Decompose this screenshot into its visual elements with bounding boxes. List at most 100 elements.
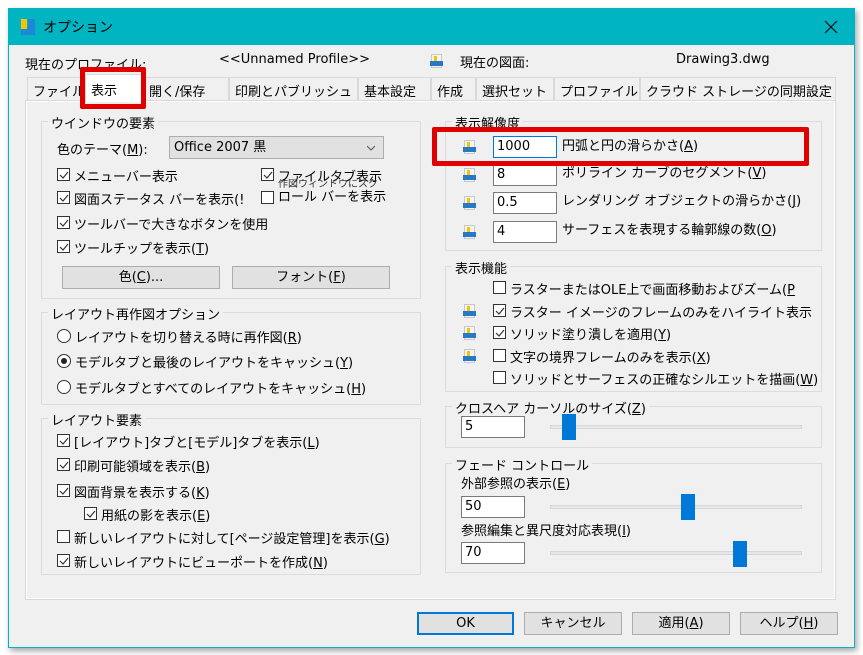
inplace-edit-fade-label: 参照編集と異尺度対応表現(I) — [461, 524, 631, 539]
paper-shadow-label: 用紙の影を表示(E) — [101, 509, 211, 524]
tab-label: 開く/保存 — [149, 85, 206, 100]
text-boundary-frame-checkbox[interactable] — [493, 349, 506, 362]
scroll-bars-checkbox[interactable] — [261, 191, 274, 204]
tab-system[interactable]: 基本設定 — [358, 77, 431, 101]
tab-cloud-sync[interactable]: クラウド ストレージの同期設定 — [640, 77, 836, 101]
rendered-smoothness-input[interactable]: 0.5 — [493, 192, 557, 214]
group-title: ウインドウの要素 — [48, 113, 159, 132]
crosshair-size-input[interactable]: 5 — [461, 416, 525, 438]
crosshair-size-slider-track[interactable] — [550, 425, 802, 429]
polyline-segments-input[interactable]: 8 — [493, 164, 557, 186]
layout-regen-group: レイアウト再作図オプション レイアウトを切り替える時に再作図(R) モデルタブと… — [41, 304, 421, 405]
tab-files[interactable]: ファイル — [27, 77, 85, 101]
close-button[interactable] — [808, 9, 854, 45]
regen-on-switch-label: レイアウトを切り替える時に再作図(R) — [75, 331, 302, 346]
apply-solid-fill-label: ソリッド塗り潰しを適用(Y) — [510, 328, 672, 343]
menubar-checkbox[interactable] — [57, 168, 70, 181]
title-bar[interactable]: オプション — [9, 9, 854, 45]
silhouette-edges-label: ソリッドとサーフェスの正確なシルエットを描画(W) — [510, 373, 819, 388]
check-icon — [59, 243, 69, 251]
drawing-saved-icon — [463, 304, 476, 318]
drawing-saved-icon — [463, 196, 476, 210]
colors-button[interactable]: 色(C)... — [62, 266, 220, 289]
drawing-value: Drawing3.dwg — [676, 52, 770, 67]
check-icon — [59, 194, 69, 202]
apply-solid-fill-checkbox[interactable] — [493, 326, 506, 339]
cache-model-last-layout-label: モデルタブと最後のレイアウトをキャッシュ(Y) — [75, 356, 354, 371]
check-icon — [263, 171, 273, 179]
check-icon — [59, 219, 69, 227]
contour-lines-input[interactable]: 4 — [493, 221, 557, 243]
check-icon — [495, 307, 505, 315]
rendered-smoothness-label: レンダリング オブジェクトの滑らかさ(J) — [562, 194, 802, 209]
cache-model-all-layouts-radio[interactable] — [57, 380, 71, 394]
chevron-down-icon — [367, 145, 375, 151]
silhouette-edges-checkbox[interactable] — [493, 371, 506, 384]
profile-value: <<Unnamed Profile>> — [219, 52, 370, 67]
inplace-edit-fade-slider-thumb[interactable] — [733, 541, 748, 567]
color-theme-dropdown[interactable]: Office 2007 黒 — [169, 136, 384, 159]
create-viewport-checkbox[interactable] — [57, 554, 70, 567]
xref-fade-slider-track[interactable] — [550, 505, 802, 509]
apply-button[interactable]: 適用(A) — [632, 612, 730, 635]
large-buttons-checkbox[interactable] — [57, 216, 70, 229]
arc-smoothness-input[interactable]: 1000 — [493, 136, 557, 158]
highlight-raster-frame-checkbox[interactable] — [493, 304, 506, 317]
scroll-bars-label: 作図ウィンドウにスク ロール バーを表示 — [278, 179, 387, 205]
drawing-saved-icon — [463, 225, 476, 239]
tab-display[interactable]: 表示 — [85, 74, 143, 102]
drawing-saved-icon — [463, 140, 476, 154]
xref-fade-slider-thumb[interactable] — [680, 494, 695, 520]
tab-label: ファイル — [33, 85, 86, 100]
inplace-edit-fade-slider-track[interactable] — [550, 551, 802, 555]
options-dialog: オプション 現在のプロファイル: <<Unnamed Profile>> 現在の… — [8, 8, 855, 648]
file-tabs-checkbox[interactable] — [261, 168, 274, 181]
display-resolution-group: 表示解像度 1000 円弧と円の滑らかさ(A) 8 ポリライン カーブのセグメン… — [445, 113, 822, 251]
help-button[interactable]: ヘルプ(H) — [740, 612, 838, 635]
check-icon — [59, 461, 69, 469]
crosshair-size-slider-thumb[interactable] — [561, 414, 576, 440]
tab-label: プロファイル — [560, 85, 639, 100]
tab-profiles[interactable]: プロファイル — [554, 77, 640, 101]
cancel-button[interactable]: キャンセル — [524, 612, 622, 635]
paper-shadow-checkbox[interactable] — [84, 507, 97, 520]
pan-zoom-raster-checkbox[interactable] — [493, 281, 506, 294]
group-title: 表示解像度 — [452, 113, 524, 132]
ok-button[interactable]: OK — [417, 612, 514, 635]
page-setup-manager-label: 新しいレイアウトに対して[ページ設定管理]を表示(G) — [74, 532, 390, 547]
fonts-button[interactable]: フォント(F) — [232, 266, 390, 289]
check-icon — [86, 510, 96, 518]
window-title: オプション — [43, 20, 113, 36]
menubar-label: メニューバー表示 — [74, 170, 178, 185]
display-performance-group: 表示機能 ラスターまたはOLE上で画面移動およびズーム(P ラスター イメージの… — [445, 258, 822, 392]
regen-on-switch-radio[interactable] — [57, 329, 71, 343]
tab-label: 作成 — [437, 85, 464, 100]
tooltips-checkbox[interactable] — [57, 240, 70, 253]
tab-selection[interactable]: 選択セット — [476, 77, 554, 101]
layout-model-tabs-checkbox[interactable] — [57, 434, 70, 447]
xref-fade-input[interactable]: 50 — [461, 496, 525, 518]
tab-drafting[interactable]: 作成 — [431, 77, 476, 101]
group-title: 表示機能 — [452, 258, 511, 277]
paper-background-label: 図面背景を表示する(K) — [74, 486, 210, 501]
printable-area-checkbox[interactable] — [57, 458, 70, 471]
cache-model-last-layout-radio[interactable] — [57, 354, 71, 368]
layout-model-tabs-label: [レイアウト]タブと[モデル]タブを表示(L) — [74, 436, 320, 451]
group-title: レイアウト再作図オプション — [48, 304, 224, 323]
group-title: クロスヘア カーソルのサイズ(Z) — [452, 398, 649, 417]
paper-background-checkbox[interactable] — [57, 484, 70, 497]
tab-open-save[interactable]: 開く/保存 — [143, 77, 229, 101]
drawing-saved-icon — [463, 168, 476, 182]
highlight-raster-frame-label: ラスター イメージのフレームのみをハイライト表示 — [510, 306, 812, 321]
autocad-app-icon — [21, 19, 35, 35]
page-setup-manager-checkbox[interactable] — [57, 530, 70, 543]
check-icon — [59, 171, 69, 179]
layout-elements-group: レイアウト要素 [レイアウト]タブと[モデル]タブを表示(L) 印刷可能領域を表… — [41, 410, 421, 575]
tooltips-label: ツールチップを表示(T) — [74, 242, 210, 257]
tab-plot-publish[interactable]: 印刷とパブリッシュ — [229, 77, 358, 101]
inplace-edit-fade-input[interactable]: 70 — [461, 542, 525, 564]
group-title: レイアウト要素 — [48, 410, 146, 429]
drawing-status-bar-checkbox[interactable] — [57, 191, 70, 204]
check-icon — [59, 437, 69, 445]
profile-label: 現在のプロファイル: — [25, 58, 147, 73]
